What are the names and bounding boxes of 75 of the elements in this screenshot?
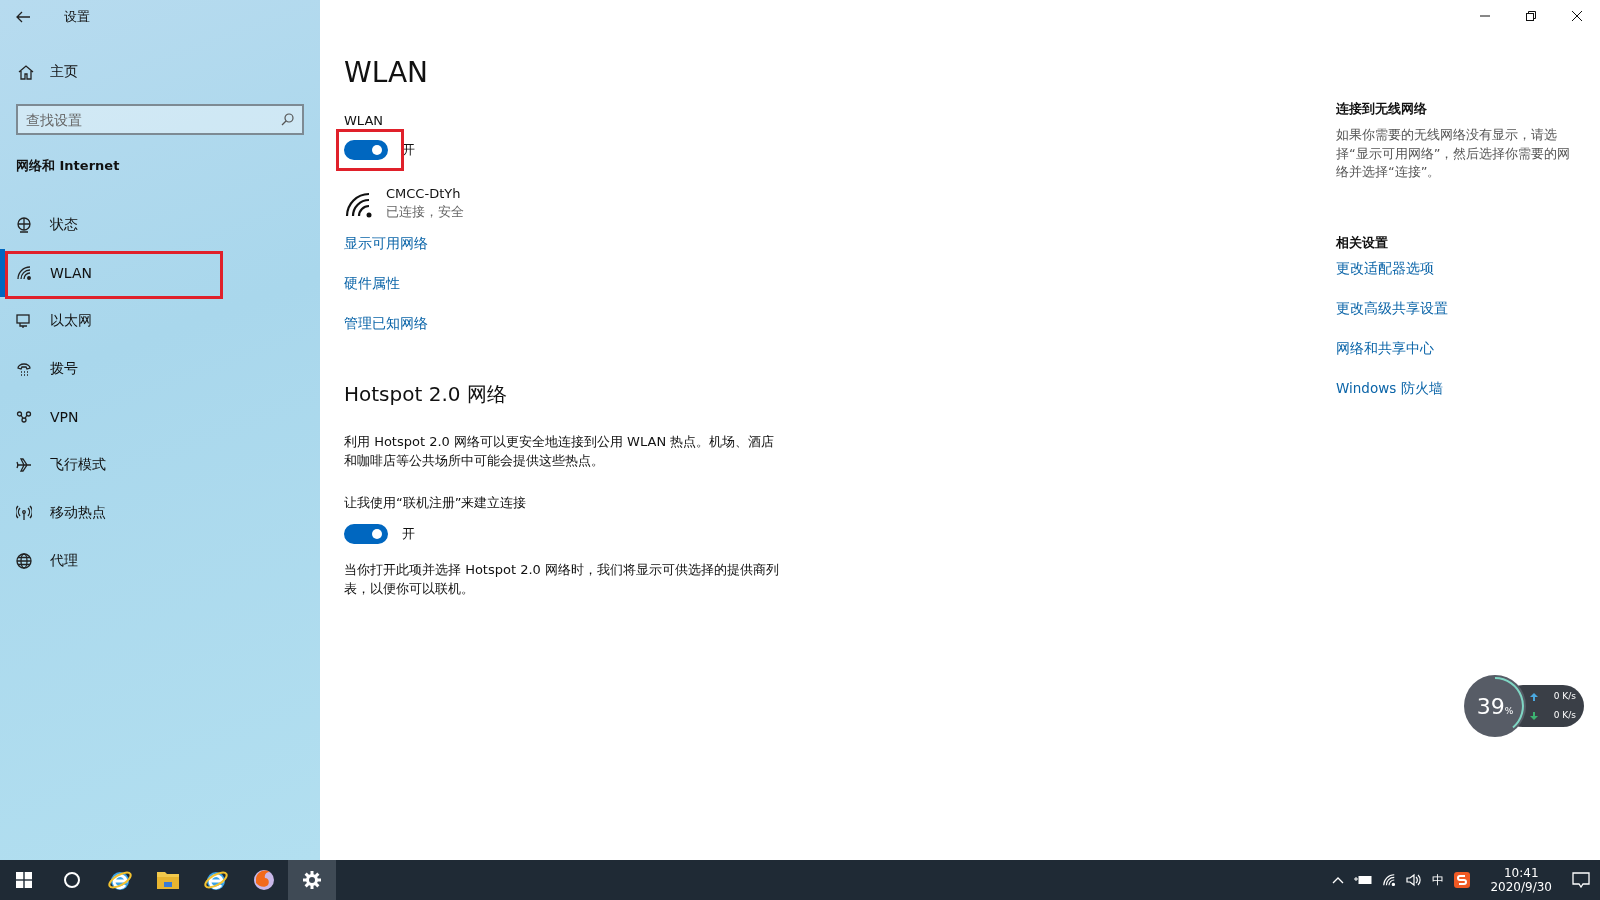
nav-label: 飞行模式 [50,456,106,474]
home-label: 主页 [50,63,78,81]
aside-heading: 相关设置 [1336,233,1388,252]
search-icon [281,113,294,126]
download-speed: 0 K/s [1553,710,1576,720]
network-status: 已连接，安全 [386,203,464,221]
related-link[interactable]: 网络和共享中心 [1336,339,1434,358]
settings-link[interactable]: 硬件属性 [344,275,400,293]
chevron-up-icon[interactable] [1332,876,1345,884]
time-text: 10:41 [1503,866,1539,880]
globe-icon [16,553,32,569]
nav-item[interactable]: 移动热点 [0,489,320,537]
online-signup-toggle[interactable] [344,524,388,544]
notification-icon[interactable] [1572,872,1590,888]
download-arrow-icon [1530,712,1538,720]
related-link[interactable]: 更改适配器选项 [1336,259,1434,278]
nav-item[interactable]: 状态 [0,201,320,249]
volume-icon[interactable] [1406,873,1423,887]
search-icon[interactable] [63,871,81,889]
window-title: 设置 [64,8,90,26]
percent-value: 39% [1476,693,1514,719]
phone-icon [16,361,32,377]
vpn-icon [16,409,32,425]
description-text: 利用 Hotspot 2.0 网络可以更安全地连接到公用 WLAN 热点。机场、酒店和咖啡店等公共场所中可能会提供这些热点。 [344,433,776,470]
back-arrow-icon[interactable] [16,11,30,23]
globe-monitor-icon [16,217,32,233]
toggle-label: 让我使用“联机注册”来建立连接 [344,494,527,512]
restore-icon [1526,11,1536,21]
related-link[interactable]: 更改高级共享设置 [1336,299,1448,318]
wlan-toggle[interactable] [344,140,388,160]
search-field[interactable]: 查找设置 [16,104,304,135]
settings-icon[interactable] [302,870,322,890]
windows-logo-icon [16,872,32,888]
nav-item[interactable]: VPN [0,393,320,441]
aside-heading: 连接到无线网络 [1336,100,1427,118]
note-text: 当你打开此项并选择 Hotspot 2.0 网络时，我们将显示可供选择的提供商列表，以便你可以联机。 [344,561,780,598]
monitor-icon [16,313,32,329]
upload-speed: 0 K/s [1553,691,1576,701]
antenna-icon [16,505,32,521]
help-text: 如果你需要的无线网络没有显示，请选择“显示可用网络”，然后选择你需要的网络并选择“连接”。 [1336,126,1572,181]
nav-item[interactable]: 代理 [0,537,320,585]
nav-item[interactable]: 拨号 [0,345,320,393]
nav-item[interactable]: 飞行模式 [0,441,320,489]
home-icon [18,64,34,80]
sogou-ime-icon[interactable] [1454,872,1471,888]
clock[interactable]: 10:41 2020/9/30 [1480,866,1562,894]
related-link[interactable]: Windows 防火墙 [1336,379,1443,398]
nav-label: WLAN [50,265,92,281]
network-name: CMCC-DtYh [386,186,462,201]
fox-browser-icon[interactable] [252,868,276,892]
date-text: 2020/9/30 [1490,880,1552,894]
close-icon [1572,11,1582,21]
page-title: WLAN [344,56,429,89]
battery-icon[interactable] [1354,874,1373,886]
nav-label: 代理 [50,552,78,570]
input-method-indicator[interactable]: 中 [1432,871,1445,889]
taskbar-app[interactable] [288,860,336,900]
upload-arrow-icon [1530,693,1538,701]
wifi-icon [16,265,32,281]
nav-item[interactable]: 以太网 [0,297,320,345]
folder-icon[interactable] [156,869,180,891]
section-heading: 网络和 Internet [15,157,121,175]
wifi-icon[interactable] [1382,873,1397,887]
nav-label: 以太网 [50,312,92,330]
nav-label: 拨号 [50,360,78,378]
nav-label: 移动热点 [50,504,106,522]
section-heading: Hotspot 2.0 网络 [344,381,507,408]
airplane-icon [16,457,32,473]
toggle-state-label: 开 [402,525,415,543]
nav-label: 状态 [50,216,78,234]
settings-link[interactable]: 管理已知网络 [344,315,428,333]
toggle-label: WLAN [344,113,383,128]
home-nav-item[interactable]: 主页 [0,34,320,90]
settings-link[interactable]: 显示可用网络 [344,235,428,253]
nav-label: VPN [50,409,79,425]
